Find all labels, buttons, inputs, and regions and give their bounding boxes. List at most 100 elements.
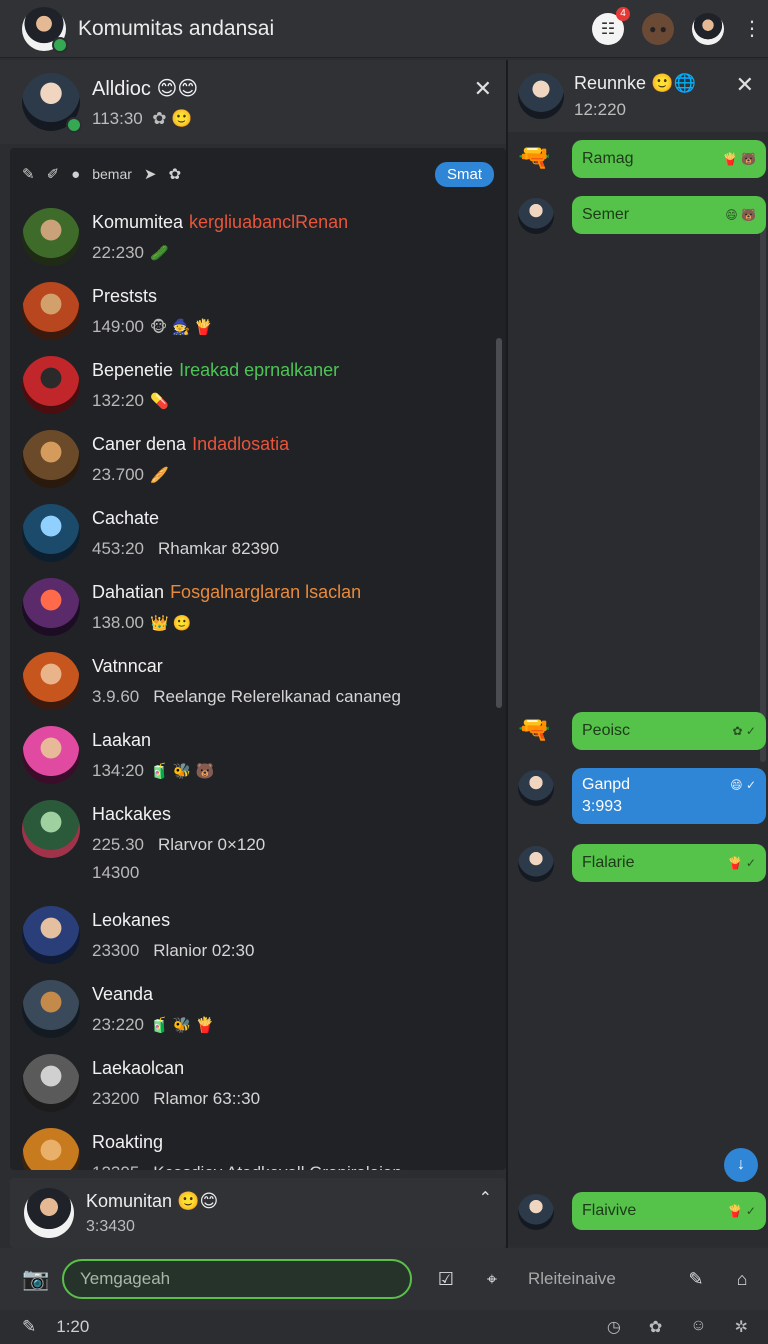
- close-icon[interactable]: ✕: [474, 76, 492, 102]
- conversation-time: 138.00: [92, 613, 144, 632]
- conversation-avatar: [22, 726, 80, 784]
- conversation-row[interactable]: Leokanes 23300 Rlanior 02:30: [10, 898, 506, 972]
- message-row: Ganpd 3:993 😄 ✓: [518, 768, 766, 824]
- message-meta-icon: 🍟 🐻: [722, 152, 756, 166]
- smiley-icon[interactable]: ☺: [690, 1317, 706, 1337]
- conversation-row[interactable]: Cachate 453:20 Rhamkar 82390: [10, 496, 506, 570]
- conversation-avatar: [22, 282, 80, 340]
- message-text: Ganpd: [582, 776, 631, 793]
- people-icon[interactable]: ☷ 4: [592, 6, 630, 45]
- conversation-row[interactable]: Laakan 134:20 🧃 🐝 🐻: [10, 718, 506, 792]
- pinned-conversation[interactable]: Komunitan 🙂😊 3:3430 ⌃: [10, 1178, 506, 1248]
- community-avatar[interactable]: [22, 73, 82, 133]
- sender-avatar: [518, 770, 554, 806]
- conversation-time: 225.30: [92, 835, 144, 854]
- sender-icon: 🔫: [518, 142, 551, 172]
- conversation-time: 12305: [92, 1163, 139, 1170]
- scroll-down-button[interactable]: ↓: [724, 1148, 758, 1182]
- conversation-avatar: [22, 430, 80, 488]
- conversation-name: Veanda: [92, 984, 154, 1004]
- more-menu-icon[interactable]: ⋮: [742, 16, 762, 41]
- sticker-icon[interactable]: ✿: [649, 1317, 662, 1337]
- conversation-row[interactable]: Caner dena Indadlosatia 23.700 🥖: [10, 422, 506, 496]
- emoji-reactions-icon: 😊😊: [156, 77, 199, 100]
- pen-icon[interactable]: ✎: [22, 1317, 36, 1337]
- user-avatar-button[interactable]: [692, 12, 724, 45]
- message-bubble[interactable]: Peoisc ✿ ✓: [572, 712, 766, 750]
- message-text: Peoisc: [582, 722, 631, 739]
- conversation-name: Bepenetie: [92, 360, 174, 380]
- message-row: 🔫 Peoisc ✿ ✓: [518, 712, 766, 750]
- conversation-avatar: [22, 800, 80, 858]
- conversation-row[interactable]: Vatnncar 3.9.60 Reelange Relerelkanad cana…: [10, 644, 506, 718]
- conversation-name: Vatnncar: [92, 656, 163, 676]
- conversation-row[interactable]: Komumitea kergliuabanclRenan 22:230 🥒: [10, 200, 506, 274]
- conversation-name: Roakting: [92, 1132, 164, 1152]
- message-bubble[interactable]: Ramag 🍟 🐻: [572, 140, 766, 178]
- verified-icon: [66, 117, 82, 133]
- conversation-time: 3.9.60: [92, 687, 140, 706]
- conversation-name: Leokanes: [92, 910, 171, 930]
- emoji-icon: 🧃 🐝 🐻: [150, 763, 215, 780]
- conversation-row[interactable]: Dahatian Fosgalnarglaran lsaclan 138.00 👑 🙂: [10, 570, 506, 644]
- conversation-preview: Reelange Relerelkanad cananeg: [153, 687, 401, 706]
- conversation-name: Dahatian: [92, 582, 165, 602]
- pin-icon[interactable]: ✎: [22, 165, 35, 183]
- chat-avatar[interactable]: [518, 73, 564, 119]
- checkbox-icon[interactable]: ☑: [434, 1269, 458, 1290]
- settings-icon[interactable]: ✲: [735, 1317, 748, 1337]
- toolbar-label: bemar: [92, 166, 132, 182]
- conversation-time: 23200: [92, 1089, 140, 1108]
- sender-avatar: [518, 846, 554, 882]
- composer-bar: 📷 ☑ ⌖ ✎ ⌂: [0, 1248, 768, 1310]
- read-check-icon: 😄 ✓: [730, 778, 756, 792]
- conversation-row[interactable]: Laekaolcan 23200 Rlamor 63::30: [10, 1046, 506, 1120]
- scrollbar[interactable]: [496, 338, 502, 708]
- message-bubble[interactable]: Semer 😄 🐻: [572, 196, 766, 234]
- conversation-avatar: [22, 208, 80, 266]
- bell-icon[interactable]: ⌂: [730, 1269, 754, 1290]
- conversation-row[interactable]: Roakting 12305 Kcasdiey Atadkevall Grapira…: [10, 1120, 506, 1170]
- paw-icon[interactable]: ✿: [168, 165, 181, 183]
- conversation-avatar: [22, 906, 80, 964]
- attach-icon[interactable]: ✎: [684, 1269, 708, 1290]
- bottom-bar: ✎ 1:20 ◷ ✿ ☺ ✲: [0, 1310, 768, 1344]
- face-icon[interactable]: ● ●: [642, 12, 674, 45]
- conversation-row[interactable]: Preststs 149:00 🐵 🧙 🍟: [10, 274, 506, 348]
- chat-area: 🔫 Ramag 🍟 🐻 Semer 😄 🐻 🔫 Peoisc ✿ ✓ Ganpd 3:9…: [508, 132, 768, 1246]
- sender-avatar: [518, 1194, 554, 1230]
- timer-icon[interactable]: ◷: [607, 1317, 621, 1337]
- conversation-name: Laekaolcan: [92, 1058, 185, 1078]
- conversation-time: 23.700: [92, 465, 144, 484]
- reply-input[interactable]: [528, 1259, 678, 1299]
- message-input[interactable]: [62, 1259, 412, 1299]
- smat-button[interactable]: Smat: [434, 161, 494, 187]
- message-bubble[interactable]: Flalarie 🍟 ✓: [572, 844, 766, 882]
- message-row: 🔫 Ramag 🍟 🐻: [518, 140, 766, 178]
- conversation-avatar: [22, 652, 80, 710]
- app-title: Komumitas andansai: [78, 16, 275, 40]
- conversation-row[interactable]: Bepenetie Ireakad eprnalkaner 132:20 💊: [10, 348, 506, 422]
- message-text: Flalarie: [582, 854, 635, 871]
- conversation-avatar: [22, 356, 80, 414]
- arrow-icon[interactable]: ➤: [144, 165, 157, 183]
- conversation-avatar: [22, 1054, 80, 1112]
- conversation-row[interactable]: Veanda 23:220 🧃 🐝 🍟: [10, 972, 506, 1046]
- chat-scrollbar[interactable]: [760, 202, 766, 762]
- conversation-preview: Rlarvor 0×120: [158, 835, 266, 854]
- chat-time: 12:220: [574, 99, 626, 119]
- camera-icon[interactable]: 📷: [22, 1266, 52, 1292]
- conversation-row[interactable]: Hackakes 225.30 Rlarvor 0×120 14300: [10, 792, 506, 898]
- close-chat-icon[interactable]: ✕: [736, 72, 754, 98]
- chat-header: Reunnke 🙂🌐 12:220 ✕: [508, 60, 768, 132]
- emoji-icon: 👑 🙂: [150, 615, 192, 632]
- conversation-avatar: [22, 578, 80, 636]
- message-bubble[interactable]: Flaivive 🍟 ✓: [572, 1192, 766, 1230]
- edit-icon[interactable]: ✐: [47, 165, 60, 183]
- location-icon[interactable]: ⌖: [480, 1269, 504, 1290]
- message-bubble[interactable]: Ganpd 3:993 😄 ✓: [572, 768, 766, 824]
- profile-avatar[interactable]: [22, 6, 68, 53]
- emoji-icon: 🥖: [150, 467, 169, 484]
- chevron-up-icon[interactable]: ⌃: [479, 1188, 492, 1208]
- conversation-avatar: [22, 1128, 80, 1170]
